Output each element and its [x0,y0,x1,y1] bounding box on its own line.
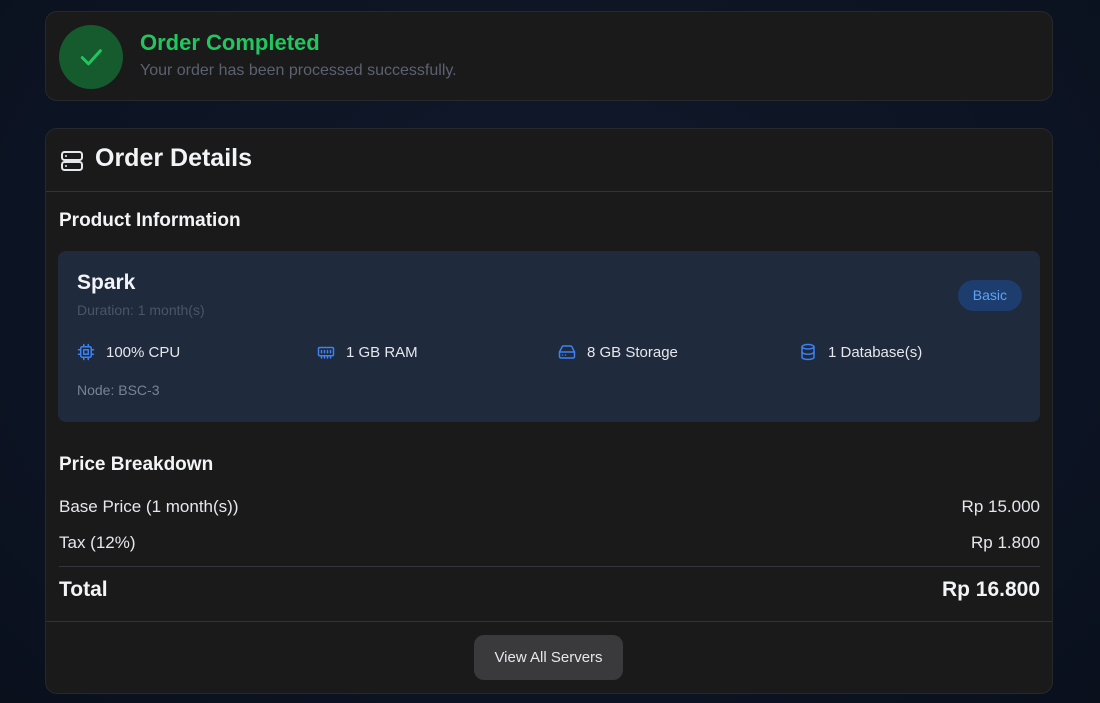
total-value: Rp 16.800 [941,578,1040,601]
spec-storage-label: 8 GB Storage [587,343,678,361]
total-row: Total Rp 16.800 [59,578,1040,602]
success-badge [59,25,123,89]
footer-divider [46,621,1052,622]
details-title: Order Details [95,144,253,172]
product-duration: Duration: 1 month(s) [77,302,205,318]
price-value: Rp 1.800 [971,533,1040,552]
spec-ram-label: 1 GB RAM [346,343,418,361]
spec-ram: 1 GB RAM [317,341,418,363]
price-label: Base Price (1 month(s)) [59,497,239,516]
memory-icon [317,346,335,359]
spec-storage: 8 GB Storage [558,341,678,363]
check-icon [80,49,102,66]
server-icon [61,151,83,171]
product-section-title: Product Information [59,210,241,231]
total-divider [59,566,1040,567]
node-label: Node: BSC-3 [77,382,160,398]
price-section-title: Price Breakdown [59,454,214,475]
cpu-icon [77,343,95,361]
order-status-card: Order Completed Your order has been proc… [45,11,1053,101]
price-label: Tax (12%) [59,533,136,552]
status-subtitle: Your order has been processed successful… [140,62,457,79]
page: Order Completed Your order has been proc… [0,0,1100,703]
price-value: Rp 15.000 [961,497,1040,516]
view-all-servers-button[interactable]: View All Servers [474,635,623,680]
details-header: Order Details [46,129,1052,192]
product-box: Spark Duration: 1 month(s) Basic 100% CP… [58,251,1040,422]
spec-cpu: 100% CPU [77,341,180,363]
database-icon [801,343,815,361]
spec-cpu-label: 100% CPU [106,343,181,361]
plan-badge: Basic [957,280,1022,311]
spec-database: 1 Database(s) [799,341,922,363]
spec-database-label: 1 Database(s) [828,343,923,361]
order-details-card: Order Details Product Information Spark … [45,128,1053,694]
price-row-tax: Tax (12%) Rp 1.800 [59,533,1040,553]
product-name: Spark [77,271,136,294]
price-row-base: Base Price (1 month(s)) Rp 15.000 [59,497,1040,517]
total-label: Total [59,578,108,601]
status-title: Order Completed [140,30,320,55]
hard-drive-icon [558,345,576,359]
